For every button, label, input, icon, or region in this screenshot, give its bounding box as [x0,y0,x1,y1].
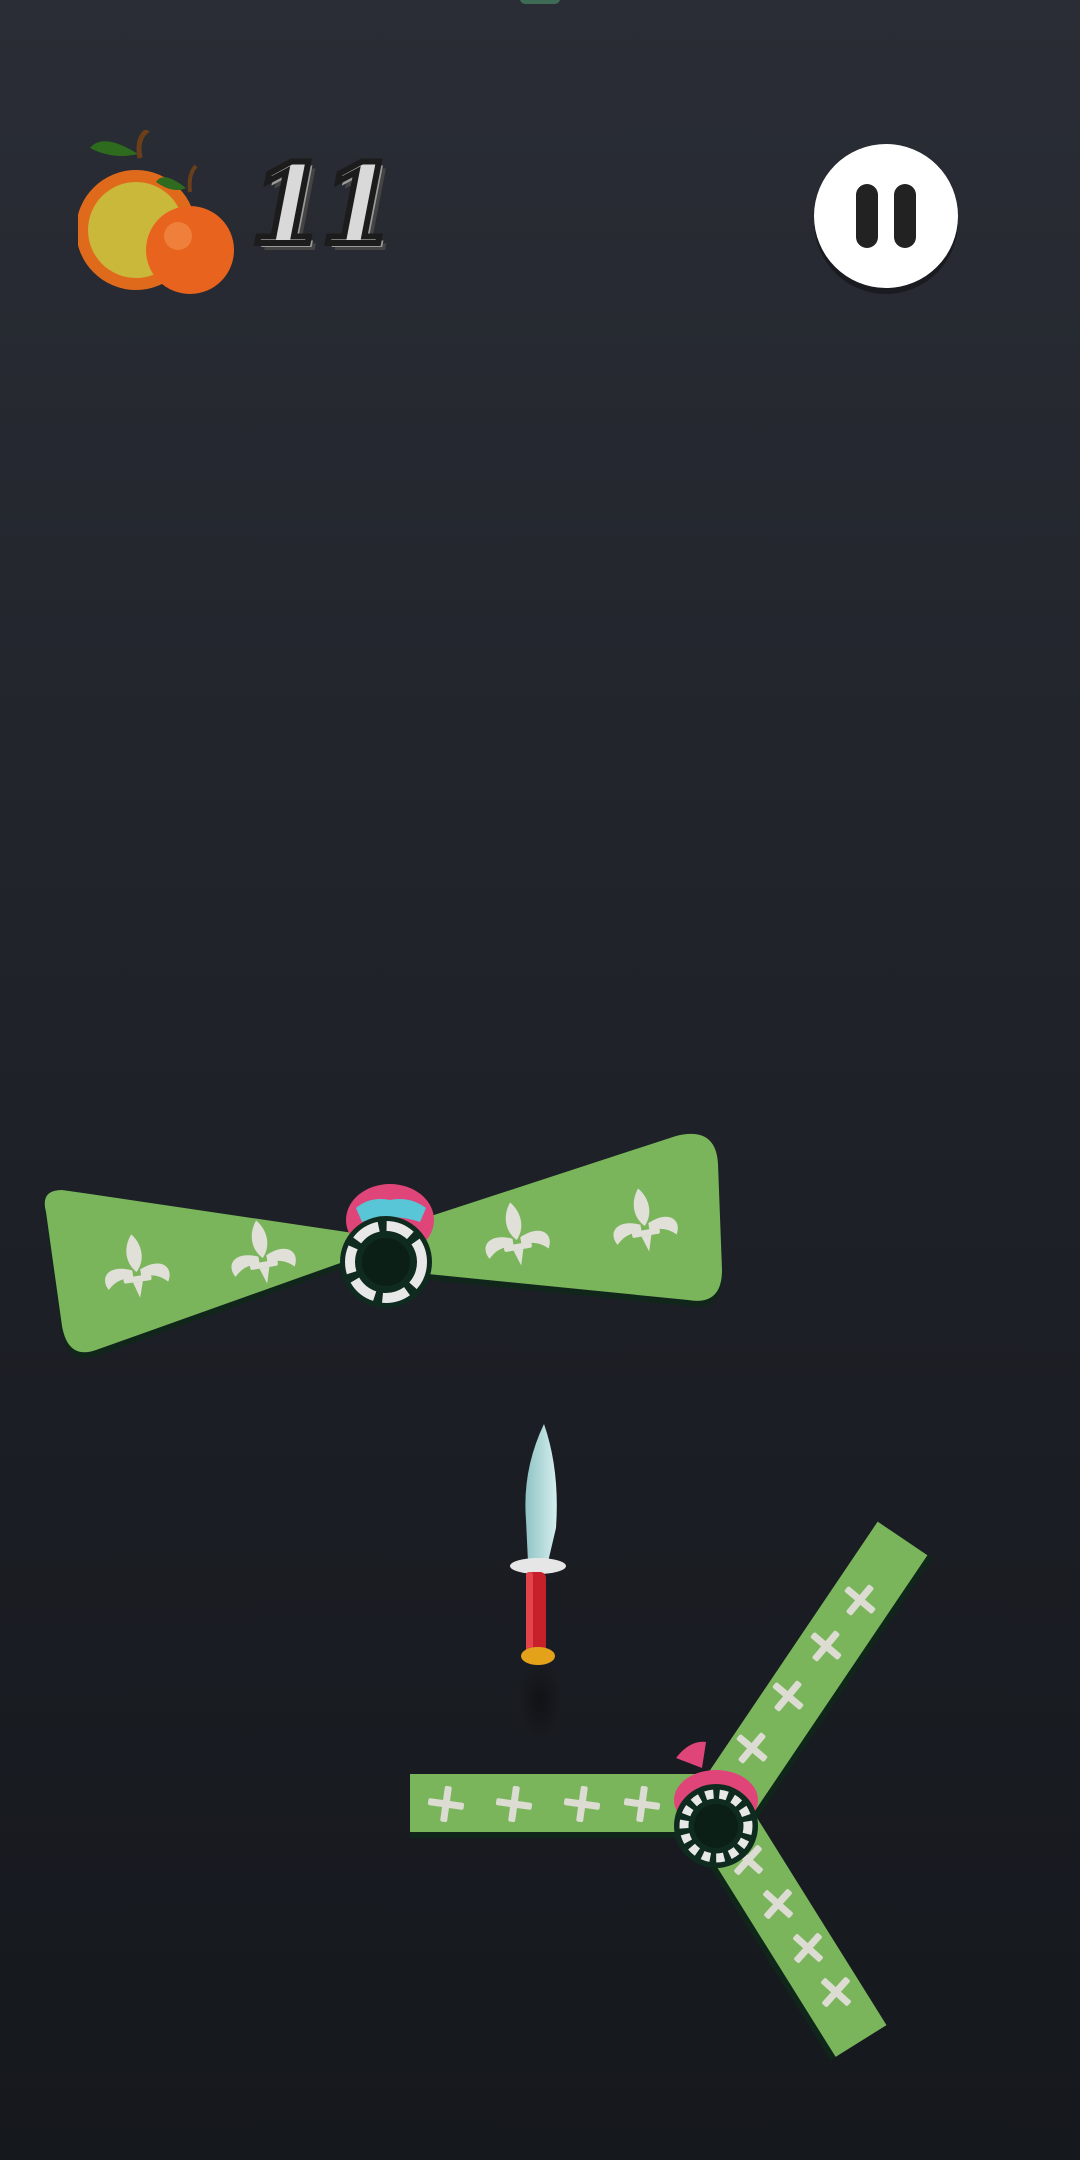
tri-blade-spinner-target [410,1521,933,2061]
knife [510,1424,566,1740]
game-scene [44,1133,933,2061]
bowtie-spinner-target [44,1133,722,1359]
